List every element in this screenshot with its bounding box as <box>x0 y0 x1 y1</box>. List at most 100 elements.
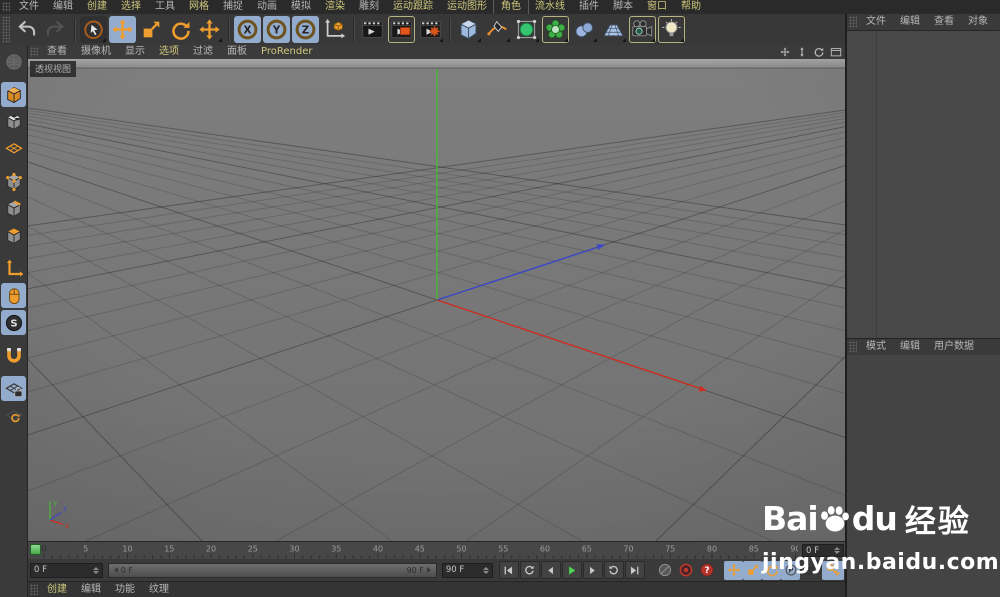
object-manager-menu-item-view[interactable]: 查看 <box>927 15 961 29</box>
menubar-grip[interactable] <box>2 2 10 12</box>
coordinate-system-button[interactable] <box>321 16 348 43</box>
object-manager-menu-item-edit[interactable]: 编辑 <box>893 15 927 29</box>
lock-x-axis-button[interactable]: X <box>234 16 261 43</box>
record-parameter-button[interactable]: P <box>781 560 800 580</box>
menubar-item-snap[interactable]: 捕捉 <box>216 0 250 14</box>
menubar-item-file[interactable]: 文件 <box>12 0 46 14</box>
live-selection-button[interactable] <box>80 16 107 43</box>
object-manager-menu-grip[interactable] <box>849 16 857 28</box>
record-rotation-button[interactable] <box>762 560 781 580</box>
pan-view-button[interactable] <box>778 46 792 58</box>
material-manager-menu-item-create[interactable]: 创建 <box>40 583 74 597</box>
menubar-item-simulate[interactable]: 模拟 <box>284 0 318 14</box>
timeline-key-button[interactable] <box>822 560 844 580</box>
next-key-button[interactable] <box>603 561 624 579</box>
object-manager-list[interactable] <box>847 31 1000 338</box>
toolbar-grip[interactable] <box>2 16 10 43</box>
range-start-field[interactable]: 0 F <box>30 562 103 578</box>
attribute-manager-menu-item-mode[interactable]: 模式 <box>859 340 893 354</box>
rotate-tool-button[interactable] <box>167 16 194 43</box>
enable-axis-button[interactable] <box>1 256 26 281</box>
add-cube-button[interactable] <box>455 16 482 43</box>
menubar-item-pipeline[interactable]: 流水线 <box>528 0 572 14</box>
viewport-menu-item-prorender[interactable]: ProRender <box>254 45 319 59</box>
viewport-menu-item-options[interactable]: 选项 <box>152 45 186 59</box>
record-active-objects-button[interactable] <box>656 561 674 579</box>
lock-z-axis-button[interactable]: Z <box>292 16 319 43</box>
timeline-ruler[interactable]: 0 5 10 15 20 25 30 35 40 45 50 55 60 65 70 75 80 85 90 0 F <box>28 541 846 561</box>
render-view-button[interactable] <box>359 16 386 43</box>
viewport-3d[interactable]: 透视视图 y x z <box>28 59 846 541</box>
reset-workplane-button[interactable] <box>1 403 26 428</box>
previous-frame-button[interactable] <box>540 561 561 579</box>
menubar-item-script[interactable]: 脚本 <box>606 0 640 14</box>
menubar-item-plugins[interactable]: 插件 <box>572 0 606 14</box>
edges-mode-button[interactable] <box>1 196 26 221</box>
material-manager-menu-item-function[interactable]: 功能 <box>108 583 142 597</box>
menubar-item-motion-tracker[interactable]: 运动跟踪 <box>386 0 440 14</box>
mouse-mode-button[interactable] <box>1 283 26 308</box>
menubar-item-edit[interactable]: 编辑 <box>46 0 80 14</box>
menubar-item-window[interactable]: 窗口 <box>640 0 674 14</box>
render-settings-button[interactable] <box>417 16 444 43</box>
snap-quantize-button[interactable]: S <box>1 310 26 335</box>
play-forward-button[interactable] <box>561 561 582 579</box>
viewport-menu-item-panel[interactable]: 面板 <box>220 45 254 59</box>
range-end-spinner[interactable] <box>483 566 489 574</box>
current-frame-field[interactable]: 0 F <box>802 544 844 557</box>
object-manager-menu-item-objects[interactable]: 对象 <box>961 15 995 29</box>
recent-tool-button[interactable] <box>196 16 223 43</box>
viewport-menu-item-filter[interactable]: 过滤 <box>186 45 220 59</box>
menubar-item-create[interactable]: 创建 <box>80 0 114 14</box>
move-tool-button[interactable] <box>109 16 136 43</box>
attribute-manager-menu-grip[interactable] <box>849 341 857 353</box>
range-start-spinner[interactable] <box>92 566 99 574</box>
volume-builder-button[interactable] <box>571 16 598 43</box>
menubar-item-animate[interactable]: 动画 <box>250 0 284 14</box>
record-position-button[interactable] <box>724 560 743 580</box>
go-to-end-button[interactable] <box>624 561 645 579</box>
orbit-view-button[interactable] <box>812 46 826 58</box>
menubar-item-select[interactable]: 选择 <box>114 0 148 14</box>
camera-button[interactable] <box>629 16 656 43</box>
record-pla-button[interactable] <box>800 561 819 580</box>
dolly-view-button[interactable] <box>795 46 809 58</box>
autokeying-button[interactable] <box>677 561 695 579</box>
redo-button[interactable] <box>42 16 69 43</box>
spline-pen-button[interactable] <box>484 16 511 43</box>
menubar-item-tools[interactable]: 工具 <box>148 0 182 14</box>
range-end-field[interactable]: 90 F <box>441 562 493 578</box>
previous-key-button[interactable] <box>519 561 540 579</box>
menubar-item-sculpt[interactable]: 雕刻 <box>352 0 386 14</box>
keyframe-selection-button[interactable]: ? <box>698 561 716 579</box>
floor-environment-button[interactable] <box>600 16 627 43</box>
next-frame-button[interactable] <box>582 561 603 579</box>
mograph-cloner-button[interactable] <box>542 16 569 43</box>
viewport-menu-grip[interactable] <box>30 47 38 57</box>
render-picture-viewer-button[interactable] <box>388 16 415 43</box>
go-to-start-button[interactable] <box>498 561 519 579</box>
polygons-mode-button[interactable] <box>1 223 26 248</box>
viewport-menu-item-view[interactable]: 查看 <box>40 45 74 59</box>
make-editable-button[interactable] <box>1 49 26 74</box>
record-scale-button[interactable] <box>743 560 762 580</box>
material-manager-menu-grip[interactable] <box>30 584 38 595</box>
menubar-item-render[interactable]: 渲染 <box>318 0 352 14</box>
texture-mode-button[interactable] <box>1 109 26 134</box>
material-manager-menu-item-edit[interactable]: 编辑 <box>74 583 108 597</box>
frame-spinner[interactable] <box>834 547 840 554</box>
toggle-view-button[interactable] <box>829 46 843 58</box>
viewport-menu-item-display[interactable]: 显示 <box>118 45 152 59</box>
light-button[interactable] <box>658 16 685 43</box>
workplane-mode-button[interactable] <box>1 136 26 161</box>
attribute-manager-menu-item-user-data[interactable]: 用户数据 <box>927 340 981 354</box>
scale-tool-button[interactable] <box>138 16 165 43</box>
menubar-item-mograph[interactable]: 运动图形 <box>440 0 494 14</box>
preview-range-slider[interactable]: 0 F 90 F <box>107 562 437 578</box>
lock-y-axis-button[interactable]: Y <box>263 16 290 43</box>
attribute-manager-body[interactable] <box>847 355 1000 597</box>
material-manager-menu-item-texture[interactable]: 纹理 <box>142 583 176 597</box>
viewport-menu-item-cameras[interactable]: 摄像机 <box>74 45 118 59</box>
object-manager-menu-item-file[interactable]: 文件 <box>859 15 893 29</box>
model-mode-button[interactable] <box>1 82 26 107</box>
